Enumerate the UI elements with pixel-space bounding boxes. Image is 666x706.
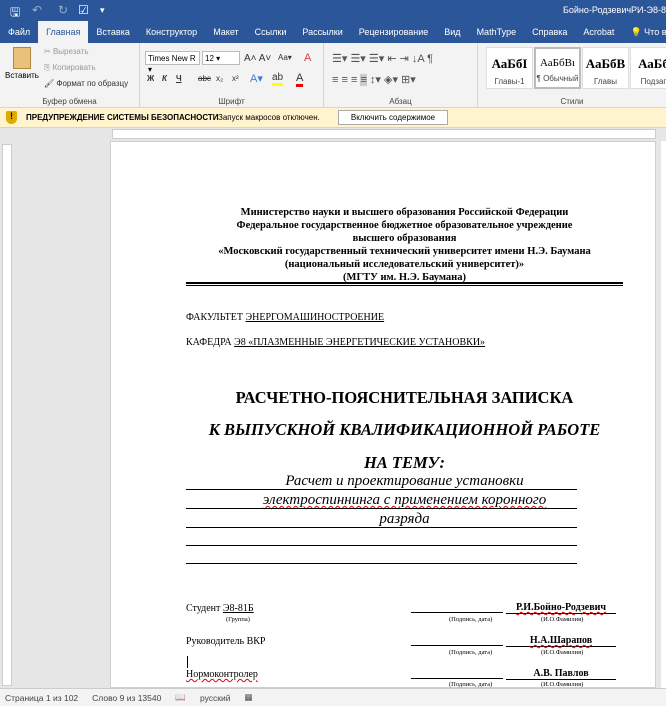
tab-layout[interactable]: Макет xyxy=(205,21,246,43)
tab-file[interactable]: Файл xyxy=(0,21,38,43)
tell-me-search[interactable]: 💡 Что вы х xyxy=(622,21,666,43)
topic-line xyxy=(186,489,577,490)
document-title: Бойно-РодзевичРИ-Э8-8 xyxy=(562,5,666,15)
undo-icon[interactable]: ↶ xyxy=(32,3,42,17)
copy-button[interactable]: ⎘ Копировать xyxy=(44,63,96,73)
tab-references[interactable]: Ссылки xyxy=(247,21,295,43)
status-bar: Страница 1 из 102 Слово 9 из 13540 📖 рус… xyxy=(0,688,666,706)
student-name: Р.И.Бойно-Родзевич xyxy=(506,602,616,614)
topic-line xyxy=(186,563,577,564)
text-effects-icon[interactable]: A▾ xyxy=(250,72,263,85)
clear-format-icon[interactable]: A xyxy=(304,52,311,64)
style-glavy-1[interactable]: АаБбI Главы-1 xyxy=(486,47,533,89)
faculty-line: ФАКУЛЬТЕТ ЭНЕРГОМАШИНОСТРОЕНИЕ xyxy=(186,312,385,323)
name-caption: (И.О.Фамилия) xyxy=(541,616,584,623)
tab-mailings[interactable]: Рассылки xyxy=(294,21,350,43)
text-cursor xyxy=(187,656,188,668)
tab-design[interactable]: Конструктор xyxy=(138,21,205,43)
tab-view[interactable]: Вид xyxy=(436,21,468,43)
format-painter-button[interactable]: 🖌 Формат по образцу xyxy=(44,79,128,88)
ribbon: Вставить ✂ Вырезать ⎘ Копировать 🖌 Форма… xyxy=(0,43,666,108)
bold-button[interactable]: Ж xyxy=(147,74,154,83)
normcontrol-label: Нормоконтролер xyxy=(186,669,258,680)
topic-line xyxy=(186,545,577,546)
strikethrough-button[interactable]: abc xyxy=(198,74,211,83)
vertical-ruler[interactable] xyxy=(2,144,12,686)
page-count[interactable]: Страница 1 из 102 xyxy=(5,693,78,703)
header-divider xyxy=(186,282,623,286)
doc-title-3: НА ТЕМУ: xyxy=(363,453,446,472)
shield-warning-icon: ! xyxy=(6,111,17,124)
document-page[interactable]: Министерство науки и высшего образования… xyxy=(110,141,656,688)
next-page xyxy=(661,141,666,688)
supervisor-name: Н.А.Шарапов xyxy=(506,635,616,647)
tab-home[interactable]: Главная xyxy=(38,21,89,43)
font-group: Times New R ▾ 12 ▾ A˄ A˅ Aa▾ A Ж К Ч abc… xyxy=(140,43,324,108)
name-caption: (И.О.Фамилия) xyxy=(541,649,584,656)
tab-insert[interactable]: Вставка xyxy=(88,21,137,43)
department-line: КАФЕДРА Э8 «ПЛАЗМЕННЫЕ ЭНЕРГЕТИЧЕСКИЕ УС… xyxy=(186,337,486,348)
student-label: Студент Э8-81Б xyxy=(186,603,254,614)
underline-button[interactable]: Ч xyxy=(176,74,182,83)
sign-caption: (Подпись, дата) xyxy=(449,616,493,623)
styles-label: Стили xyxy=(560,97,584,106)
tab-review[interactable]: Рецензирование xyxy=(351,21,437,43)
doc-title-2: К ВЫПУСКНОЙ КВАЛИФИКАЦИОННОЙ РАБОТЕ xyxy=(208,420,601,439)
paste-button[interactable]: Вставить xyxy=(4,47,40,80)
word-count[interactable]: Слово 9 из 13540 xyxy=(92,693,161,703)
highlight-icon[interactable]: ab xyxy=(272,72,284,86)
styles-group: АаБбI Главы-1 АаБбВı ¶ Обычный АаБбВ Главы … xyxy=(478,43,666,108)
paragraph-label: Абзац xyxy=(389,97,412,106)
lightbulb-icon: 💡 xyxy=(630,27,642,37)
customize-icon[interactable]: ▾ xyxy=(100,5,105,16)
sign-caption: (Подпись, дата) xyxy=(449,649,493,656)
cut-button[interactable]: ✂ Вырезать xyxy=(44,47,89,56)
tab-mathtype[interactable]: MathType xyxy=(469,21,525,43)
grow-font-icon[interactable]: A˄ A˅ xyxy=(244,53,271,64)
security-warning-bar: ! ПРЕДУПРЕЖДЕНИЕ СИСТЕМЫ БЕЗОПАСНОСТИ За… xyxy=(0,108,666,128)
sign-caption: (Подпись, дата) xyxy=(449,681,493,688)
italic-button[interactable]: К xyxy=(162,74,167,83)
topic: Расчет и проектирование установки электр… xyxy=(262,473,547,527)
style-normal[interactable]: АаБбВı ¶ Обычный xyxy=(534,47,581,89)
enable-content-button[interactable]: Включить содержимое xyxy=(338,110,448,125)
style-glavy[interactable]: АаБбВ Главы xyxy=(582,47,629,89)
security-title: ПРЕДУПРЕЖДЕНИЕ СИСТЕМЫ БЕЗОПАСНОСТИ xyxy=(26,113,219,122)
font-name-select[interactable]: Times New R ▾ xyxy=(145,51,200,74)
paragraph-group: ☰▾ ☰▾ ☰▾ ⇤ ⇥ ↓A ¶ ≡ ≡ ≡ ≡ ↕▾ ◈▾ ⊞▾ Абзац xyxy=(324,43,478,108)
font-size-select[interactable]: 12 ▾ xyxy=(202,51,240,65)
document-header: Министерство науки и высшего образования… xyxy=(218,207,591,283)
tab-help[interactable]: Справка xyxy=(524,21,575,43)
font-label: Шрифт xyxy=(218,97,245,106)
superscript-button[interactable]: x² xyxy=(232,74,239,83)
clipboard-icon xyxy=(13,47,31,69)
redo-icon[interactable]: ↻ xyxy=(58,3,68,17)
group-caption: (Группа) xyxy=(226,616,250,623)
clipboard-label: Буфер обмена xyxy=(42,97,97,106)
checkbox-icon[interactable]: ☑ xyxy=(78,3,89,17)
style-subheading[interactable]: АаБб Подзаг xyxy=(630,47,666,89)
bullets-icon[interactable]: ☰▾ ☰▾ ☰▾ ⇤ ⇥ ↓A ¶ xyxy=(332,52,433,65)
topic-line xyxy=(186,508,577,509)
align-icons[interactable]: ≡ ≡ ≡ ≡ ↕▾ ◈▾ ⊞▾ xyxy=(332,73,416,86)
language[interactable]: русский xyxy=(200,693,231,703)
font-color-icon[interactable]: A xyxy=(296,72,304,87)
horizontal-ruler[interactable] xyxy=(0,128,666,140)
clipboard-group: Вставить ✂ Вырезать ⎘ Копировать 🖌 Форма… xyxy=(0,43,140,108)
ribbon-tabs: Файл Главная Вставка Конструктор Макет С… xyxy=(0,21,666,43)
topic-line xyxy=(186,527,577,528)
tab-acrobat[interactable]: Acrobat xyxy=(575,21,622,43)
name-caption: (И.О.Фамилия) xyxy=(541,681,584,688)
security-message: Запуск макросов отключен. xyxy=(218,113,320,122)
title-bar: 🖫 ↶ ↻ ☑ ▾ Бойно-РодзевичРИ-Э8-8 xyxy=(0,0,666,21)
proofing-icon[interactable]: 📖 xyxy=(175,692,186,703)
subscript-button[interactable]: x₂ xyxy=(216,74,223,83)
supervisor-label: Руководитель ВКР xyxy=(186,636,266,647)
doc-title-1: РАСЧЕТНО-ПОЯСНИТЕЛЬНАЯ ЗАПИСКА xyxy=(235,388,574,407)
macro-icon[interactable]: ▦ xyxy=(244,692,252,703)
normcontrol-name: А.В. Павлов xyxy=(506,668,616,680)
change-case-button[interactable]: Aa▾ xyxy=(278,53,292,62)
